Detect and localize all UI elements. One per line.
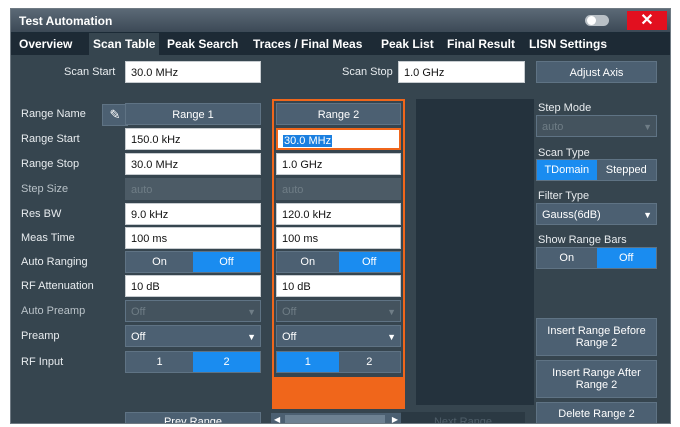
range-1-auto-ranging-toggle[interactable]: On Off — [125, 251, 261, 273]
chevron-down-icon: ▼ — [643, 210, 652, 220]
range-scrollbar[interactable]: ◀ ▶ — [271, 413, 401, 423]
tab-overview[interactable]: Overview — [19, 33, 72, 55]
range-1-preamp-value: Off — [131, 331, 146, 343]
range-2-step-field: auto — [276, 178, 401, 200]
range-2-auto-on[interactable]: On — [277, 252, 339, 272]
window-title: Test Automation — [19, 14, 113, 28]
scan-type-stepped[interactable]: Stepped — [596, 160, 656, 180]
range-1-atten-field[interactable]: 10 dB — [125, 275, 261, 297]
range-1-step-field: auto — [125, 178, 261, 200]
range-2-header[interactable]: Range 2 — [276, 103, 401, 125]
range-2-stop-field[interactable]: 1.0 GHz — [276, 153, 401, 175]
range-1-auto-on[interactable]: On — [126, 252, 193, 272]
chevron-down-icon: ▼ — [247, 307, 256, 317]
range-stop-label: Range Stop — [21, 158, 80, 170]
range-2-start-field[interactable]: 30.0 MHz — [276, 128, 401, 150]
empty-range-column — [416, 99, 534, 405]
range-1-auto-preamp-value: Off — [131, 306, 146, 318]
range-2-preamp-dropdown[interactable]: Off ▼ — [276, 325, 401, 347]
toggle-icon[interactable] — [585, 15, 609, 26]
chevron-down-icon: ▼ — [247, 332, 256, 342]
range-1-input-1[interactable]: 1 — [126, 352, 193, 372]
scan-start-label: Scan Start — [64, 66, 116, 78]
tab-peak-search[interactable]: Peak Search — [167, 33, 238, 55]
range-1-start-field[interactable]: 150.0 kHz — [125, 128, 261, 150]
range-1-stop-field[interactable]: 30.0 MHz — [125, 153, 261, 175]
range-2-input-1[interactable]: 1 — [277, 352, 339, 372]
rf-input-label: RF Input — [21, 356, 64, 368]
range-start-label: Range Start — [21, 133, 80, 145]
range-1-rf-input-toggle[interactable]: 1 2 — [125, 351, 261, 373]
range-2-rbw-field[interactable]: 120.0 kHz — [276, 203, 401, 225]
scrollbar-thumb[interactable] — [285, 415, 385, 423]
range-2-color-bar — [274, 377, 403, 407]
scan-stop-label: Scan Stop — [342, 66, 393, 78]
range-2-meas-time-field[interactable]: 100 ms — [276, 227, 401, 249]
tab-lisn-settings[interactable]: LISN Settings — [529, 33, 607, 55]
show-range-bars-off[interactable]: Off — [596, 248, 656, 268]
step-mode-label: Step Mode — [538, 102, 592, 114]
filter-type-value: Gauss(6dB) — [542, 209, 601, 221]
range-2-preamp-value: Off — [282, 331, 297, 343]
preamp-label: Preamp — [21, 330, 60, 342]
rf-attenuation-label: RF Attenuation — [21, 280, 94, 292]
res-bw-label: Res BW — [21, 208, 62, 220]
test-automation-dialog: Test Automation ✕ Overview Scan Table Pe… — [10, 8, 671, 424]
range-2-atten-field[interactable]: 10 dB — [276, 275, 401, 297]
chevron-down-icon: ▼ — [387, 332, 396, 342]
range-1-auto-off[interactable]: Off — [193, 252, 260, 272]
prev-range-button[interactable]: Prev Range — [125, 412, 261, 423]
filter-type-label: Filter Type — [538, 190, 590, 202]
delete-range-button[interactable]: Delete Range 2 — [536, 402, 657, 423]
tab-traces-final-meas[interactable]: Traces / Final Meas — [253, 33, 362, 55]
close-button[interactable]: ✕ — [627, 11, 667, 30]
range-1-meas-time-field[interactable]: 100 ms — [125, 227, 261, 249]
scroll-left-icon[interactable]: ◀ — [274, 413, 280, 423]
scan-type-label: Scan Type — [538, 147, 590, 159]
scroll-right-icon[interactable]: ▶ — [392, 413, 398, 423]
insert-range-after-button[interactable]: Insert Range After Range 2 — [536, 360, 657, 398]
adjust-axis-button[interactable]: Adjust Axis — [536, 61, 657, 83]
scan-stop-field[interactable]: 1.0 GHz — [398, 61, 525, 83]
range-name-label: Range Name — [21, 108, 86, 120]
range-1-input-2[interactable]: 2 — [193, 352, 260, 372]
auto-preamp-label: Auto Preamp — [21, 305, 86, 317]
range-1-preamp-dropdown[interactable]: Off ▼ — [125, 325, 261, 347]
tab-peak-list[interactable]: Peak List — [381, 33, 434, 55]
tab-bar: Overview Scan Table Peak Search Traces /… — [11, 33, 670, 55]
show-range-bars-toggle[interactable]: On Off — [536, 247, 657, 269]
insert-range-before-button[interactable]: Insert Range Before Range 2 — [536, 318, 657, 356]
scan-type-tdomain[interactable]: TDomain — [537, 160, 597, 180]
range-2-auto-off[interactable]: Off — [338, 252, 400, 272]
meas-time-label: Meas Time — [21, 232, 75, 244]
title-bar: Test Automation ✕ — [11, 9, 670, 32]
chevron-down-icon: ▼ — [387, 307, 396, 317]
range-1-auto-preamp-dropdown: Off ▼ — [125, 300, 261, 322]
range-2-start-value: 30.0 MHz — [283, 135, 333, 147]
scan-type-toggle[interactable]: TDomain Stepped — [536, 159, 657, 181]
tab-final-result[interactable]: Final Result — [447, 33, 515, 55]
range-2-auto-ranging-toggle[interactable]: On Off — [276, 251, 401, 273]
next-range-button: Next Range — [401, 412, 525, 423]
filter-type-dropdown[interactable]: Gauss(6dB) ▼ — [536, 203, 657, 225]
auto-ranging-label: Auto Ranging — [21, 256, 88, 268]
range-2-input-2[interactable]: 2 — [338, 352, 400, 372]
step-mode-dropdown: auto ▼ — [536, 115, 657, 137]
range-1-header[interactable]: Range 1 — [125, 103, 261, 125]
range-2-auto-preamp-dropdown: Off ▼ — [276, 300, 401, 322]
chevron-down-icon: ▼ — [643, 122, 652, 132]
tab-scan-table[interactable]: Scan Table — [89, 33, 160, 55]
range-2-auto-preamp-value: Off — [282, 306, 297, 318]
range-2-rf-input-toggle[interactable]: 1 2 — [276, 351, 401, 373]
scan-table-panel: Scan Start 30.0 MHz Scan Stop 1.0 GHz Ad… — [11, 55, 670, 423]
show-range-bars-label: Show Range Bars — [538, 234, 627, 246]
show-range-bars-on[interactable]: On — [537, 248, 597, 268]
range-1-rbw-field[interactable]: 9.0 kHz — [125, 203, 261, 225]
step-mode-value: auto — [542, 121, 564, 133]
scan-start-field[interactable]: 30.0 MHz — [125, 61, 261, 83]
step-size-label: Step Size — [21, 183, 69, 195]
